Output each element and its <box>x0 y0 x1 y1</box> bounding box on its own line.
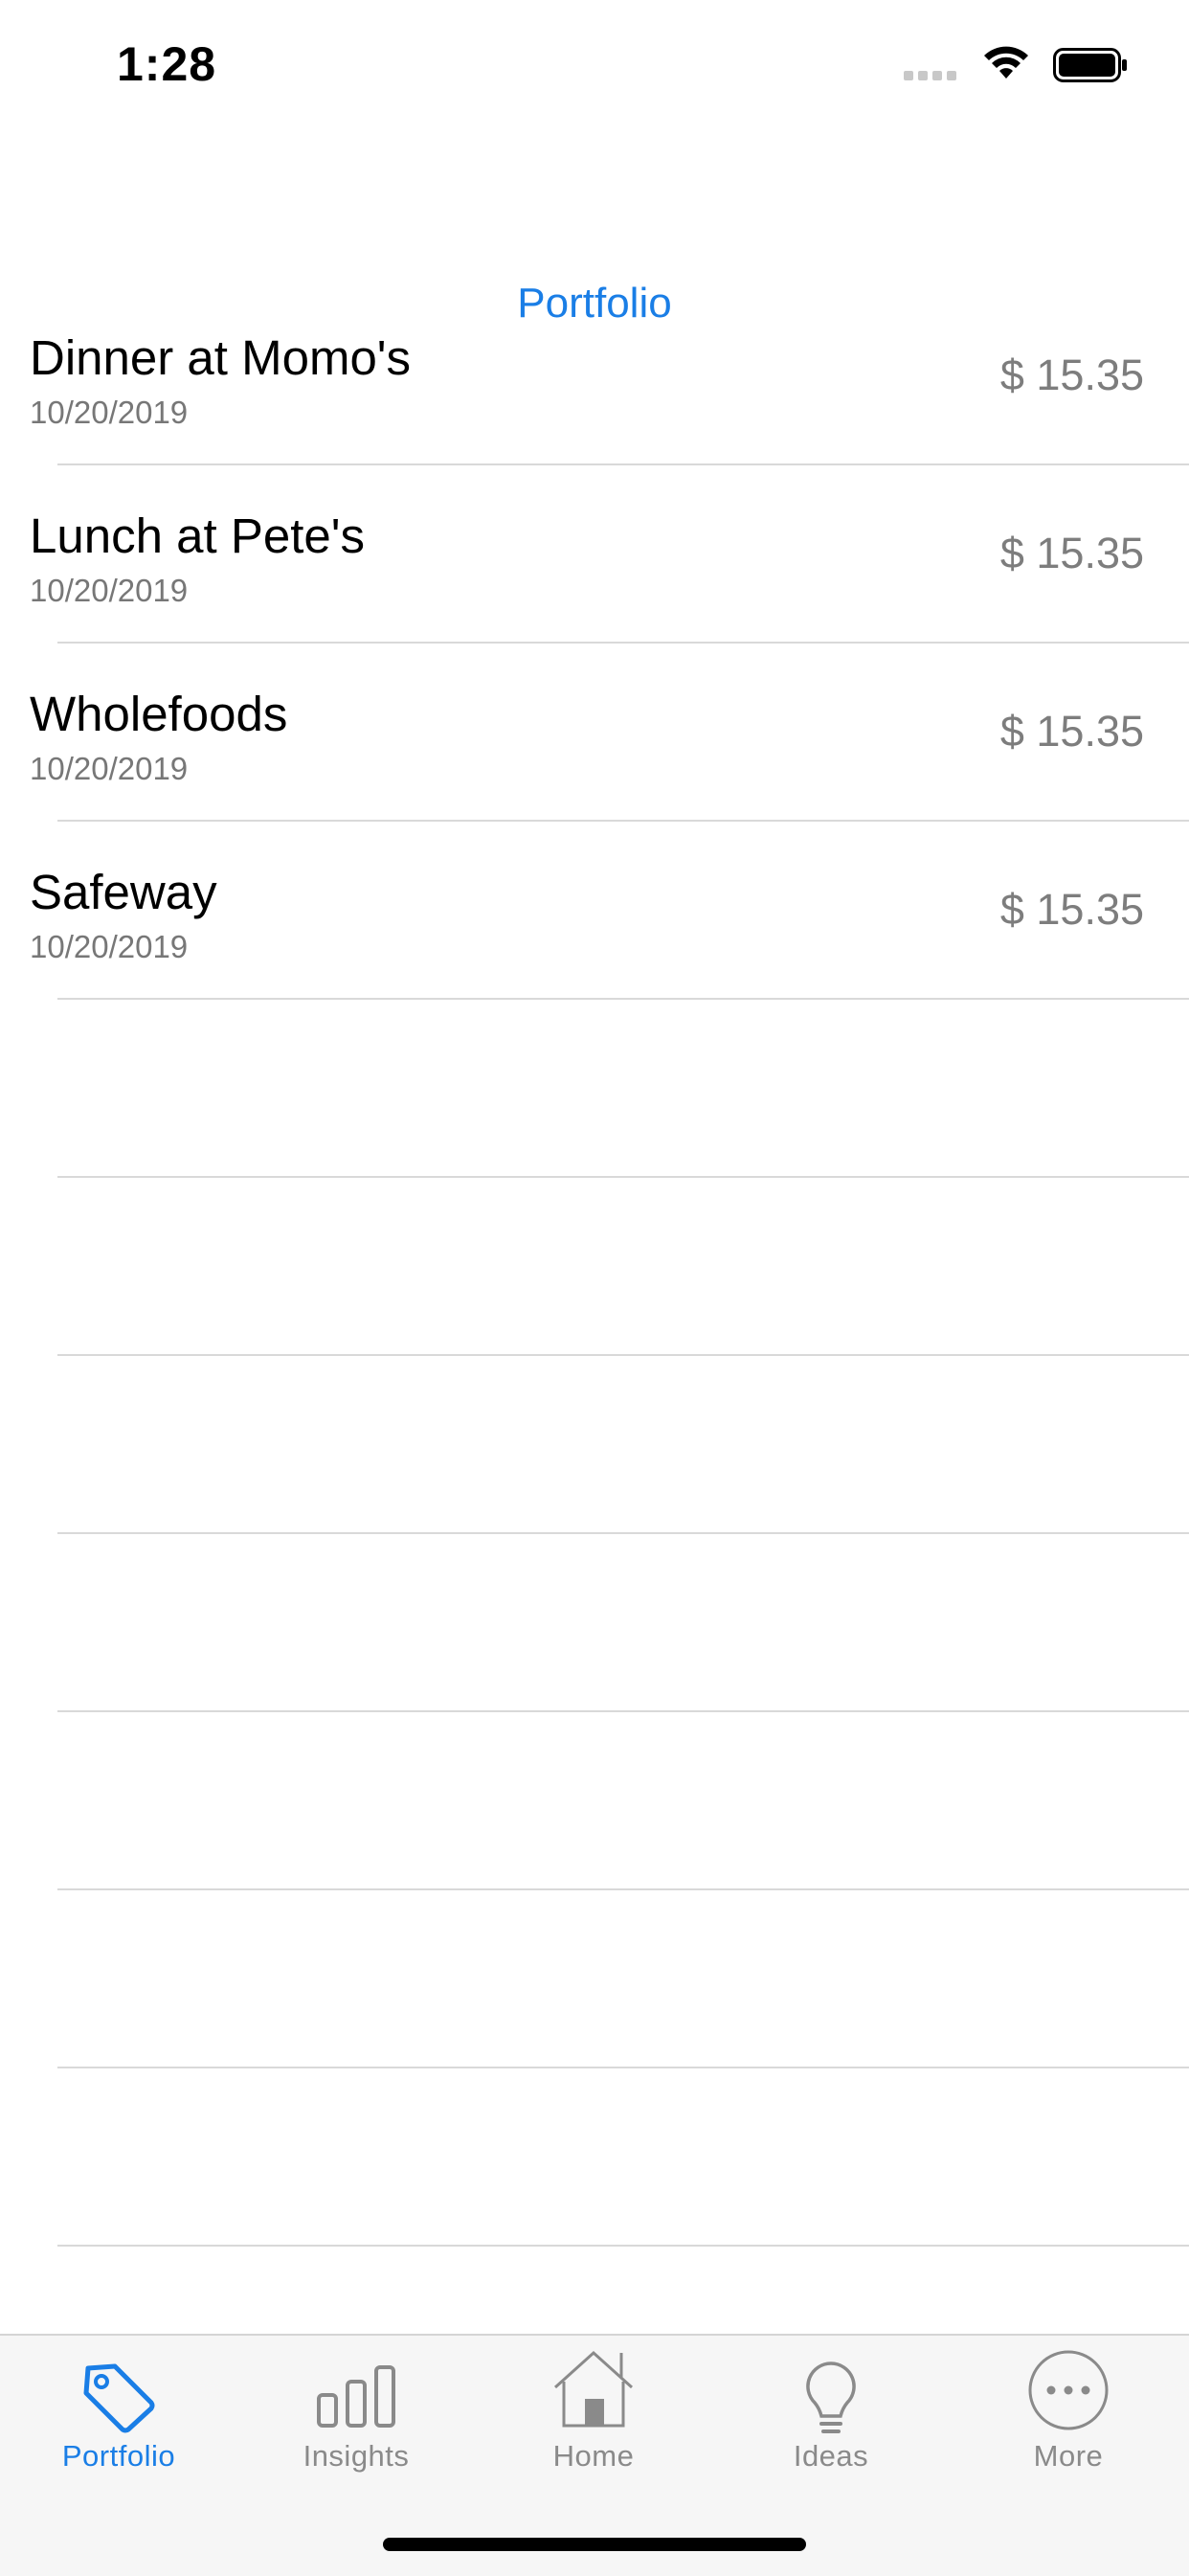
status-time: 1:28 <box>117 37 217 91</box>
tab-label: More <box>1033 2439 1104 2473</box>
transaction-amount: $ 15.35 <box>999 707 1144 756</box>
lightbulb-icon <box>806 2361 856 2433</box>
transaction-amount: $ 15.35 <box>999 885 1144 934</box>
bar-chart-icon <box>317 2365 395 2428</box>
transaction-title: Wholefoods <box>30 687 288 741</box>
transaction-date: 10/20/2019 <box>30 751 189 786</box>
row-separator <box>57 820 1189 822</box>
ellipsis-circle-icon <box>1028 2350 1109 2430</box>
transaction-amount: $ 15.35 <box>999 350 1144 399</box>
transaction-title: Dinner at Momo's <box>30 330 412 385</box>
tab-more[interactable]: More <box>950 2336 1187 2498</box>
tab-insights[interactable]: Insights <box>237 2336 475 2498</box>
tab-label: Home <box>552 2439 635 2473</box>
row-separator <box>57 1532 1189 1534</box>
list-item[interactable]: Lunch at Pete's 10/20/2019 $ 15.35 <box>0 508 1189 685</box>
home-indicator[interactable] <box>383 2538 806 2551</box>
tag-icon <box>83 2363 155 2433</box>
row-separator <box>57 463 1189 465</box>
tab-ideas[interactable]: Ideas <box>712 2336 950 2498</box>
row-separator <box>57 1176 1189 1178</box>
list-item[interactable]: Dinner at Momo's 10/20/2019 $ 15.35 <box>0 329 1189 507</box>
page-title: Portfolio <box>517 280 672 327</box>
tab-label: Insights <box>303 2439 410 2473</box>
battery-icon <box>1053 48 1127 82</box>
row-separator <box>57 2245 1189 2247</box>
transaction-date: 10/20/2019 <box>30 395 189 430</box>
tab-home[interactable]: Home <box>475 2336 712 2498</box>
cellular-signal-icon <box>904 71 956 80</box>
list-item[interactable]: Wholefoods 10/20/2019 $ 15.35 <box>0 686 1189 863</box>
tab-portfolio[interactable]: Portfolio <box>0 2336 237 2498</box>
row-separator <box>57 998 1189 1000</box>
transaction-title: Safeway <box>30 865 217 919</box>
house-icon <box>553 2350 634 2428</box>
wifi-icon <box>984 46 1028 79</box>
row-separator <box>57 642 1189 644</box>
row-separator <box>57 1888 1189 1890</box>
list-item[interactable]: Safeway 10/20/2019 $ 15.35 <box>0 864 1189 1041</box>
row-separator <box>57 1710 1189 1712</box>
transaction-title: Lunch at Pete's <box>30 508 365 563</box>
row-separator <box>57 2067 1189 2068</box>
status-bar: 1:28 <box>0 0 1189 134</box>
transaction-date: 10/20/2019 <box>30 573 189 608</box>
row-separator <box>57 1354 1189 1356</box>
tab-label: Ideas <box>793 2439 869 2473</box>
transaction-date: 10/20/2019 <box>30 929 189 964</box>
transaction-amount: $ 15.35 <box>999 529 1144 577</box>
tab-label: Portfolio <box>61 2439 176 2473</box>
